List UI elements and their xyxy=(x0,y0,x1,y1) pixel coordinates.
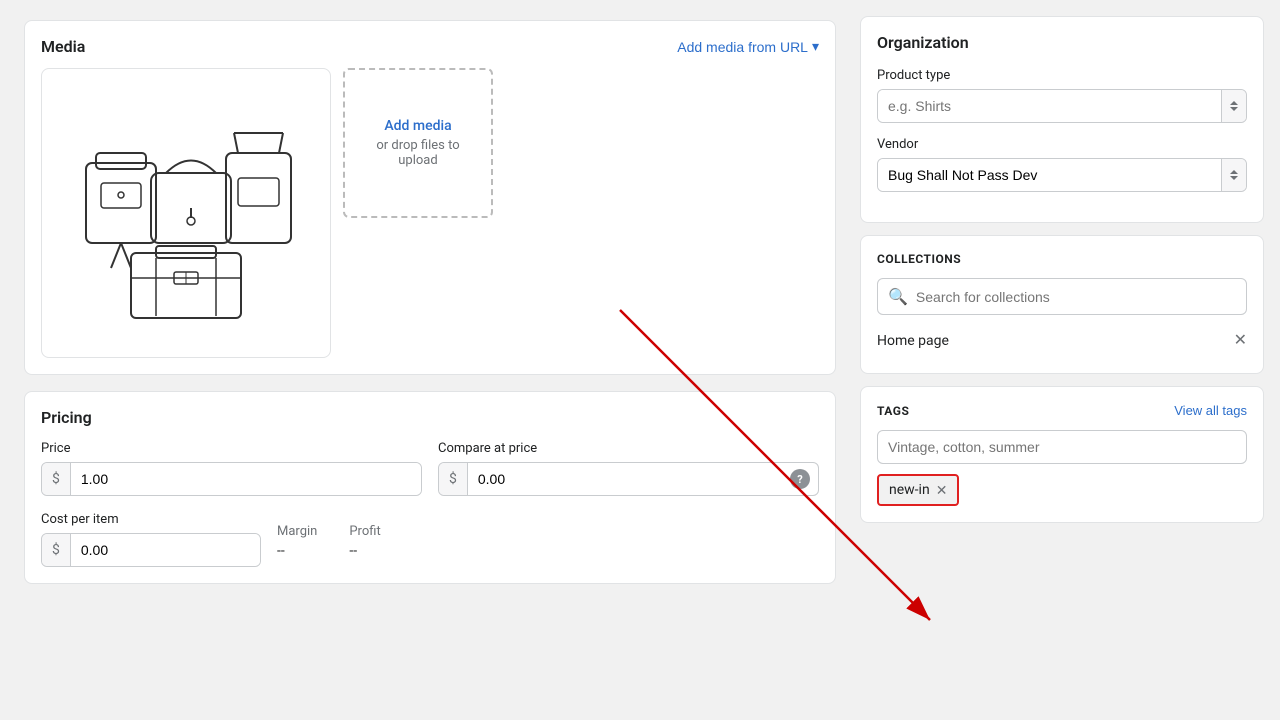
tags-header: TAGS View all tags xyxy=(877,403,1247,418)
search-icon: 🔍 xyxy=(888,287,908,306)
margin-label: Margin xyxy=(277,524,317,539)
tag-chip-label: new-in xyxy=(889,482,930,498)
profit-item: Profit -- xyxy=(349,524,380,559)
media-content: Add media or drop files to upload xyxy=(41,68,819,358)
drop-files-text: or drop files to upload xyxy=(357,138,479,168)
price-input[interactable] xyxy=(71,463,421,495)
tags-section: TAGS View all tags new-in ✕ xyxy=(860,386,1264,523)
compare-price-input[interactable] xyxy=(468,463,790,495)
price-input-wrap: $ xyxy=(41,462,422,496)
product-type-input[interactable] xyxy=(878,90,1221,122)
compare-price-label: Compare at price xyxy=(438,441,819,456)
cost-input[interactable] xyxy=(71,534,261,566)
media-title: Media xyxy=(41,37,85,56)
media-upload-box[interactable]: Add media or drop files to upload xyxy=(343,68,493,218)
vendor-arrows-btn[interactable] xyxy=(1221,159,1246,191)
margin-item: Margin -- xyxy=(277,524,317,559)
collections-title: COLLECTIONS xyxy=(877,252,1247,266)
cost-input-wrap: $ xyxy=(41,533,261,567)
product-type-arrows-btn[interactable] xyxy=(1221,90,1246,122)
media-image-box[interactable] xyxy=(41,68,331,358)
cost-field: Cost per item $ xyxy=(41,512,261,567)
profit-label: Profit xyxy=(349,524,380,539)
up-arrow-icon xyxy=(1230,101,1238,105)
pricing-title: Pricing xyxy=(41,408,819,427)
tag-chip-new-in: new-in ✕ xyxy=(877,474,959,506)
vendor-group: Vendor xyxy=(877,137,1247,192)
price-row: Price $ Compare at price $ ? xyxy=(41,441,819,496)
down-arrow-icon xyxy=(1230,107,1238,111)
vendor-down-arrow-icon xyxy=(1230,176,1238,180)
add-media-label: Add media xyxy=(384,118,451,134)
add-media-url-button[interactable]: Add media from URL ▾ xyxy=(677,38,819,55)
cost-row: Cost per item $ Margin -- Profit -- xyxy=(41,512,819,567)
price-field: Price $ xyxy=(41,441,422,496)
right-panel: Organization Product type Vendor xyxy=(860,0,1280,720)
product-type-select-wrap xyxy=(877,89,1247,123)
collection-item-label: Home page xyxy=(877,333,949,349)
tags-input[interactable] xyxy=(877,430,1247,464)
product-type-group: Product type xyxy=(877,68,1247,123)
compare-currency-prefix: $ xyxy=(439,463,468,495)
vendor-input-wrap xyxy=(877,158,1247,192)
media-header: Media Add media from URL ▾ xyxy=(41,37,819,56)
price-currency-prefix: $ xyxy=(42,463,71,495)
cost-label: Cost per item xyxy=(41,512,261,527)
organization-title: Organization xyxy=(877,33,1247,52)
search-collections-wrap[interactable]: 🔍 xyxy=(877,278,1247,315)
product-type-label: Product type xyxy=(877,68,1247,83)
cost-currency-prefix: $ xyxy=(42,534,71,566)
bags-illustration xyxy=(66,93,306,333)
collections-search-input[interactable] xyxy=(916,289,1236,305)
margin-value: -- xyxy=(277,543,285,559)
vendor-up-arrow-icon xyxy=(1230,170,1238,174)
pricing-card: Pricing Price $ Compare at price $ ? xyxy=(24,391,836,584)
collection-item-home: Home page ✕ xyxy=(877,325,1247,357)
remove-tag-button[interactable]: ✕ xyxy=(936,483,948,497)
compare-price-field: Compare at price $ ? xyxy=(438,441,819,496)
dropdown-arrow-icon: ▾ xyxy=(812,38,819,55)
vendor-input[interactable] xyxy=(878,159,1221,191)
tags-title: TAGS xyxy=(877,404,909,418)
view-all-tags-button[interactable]: View all tags xyxy=(1174,403,1247,418)
vendor-label: Vendor xyxy=(877,137,1247,152)
collections-section: COLLECTIONS 🔍 Home page ✕ xyxy=(860,235,1264,374)
profit-value: -- xyxy=(349,543,357,559)
remove-collection-button[interactable]: ✕ xyxy=(1234,333,1247,349)
organization-section: Organization Product type Vendor xyxy=(860,16,1264,223)
help-icon[interactable]: ? xyxy=(790,469,810,489)
margin-profit-row: Margin -- Profit -- xyxy=(277,524,819,567)
media-card: Media Add media from URL ▾ xyxy=(24,20,836,375)
compare-price-input-wrap: $ ? xyxy=(438,462,819,496)
price-label: Price xyxy=(41,441,422,456)
